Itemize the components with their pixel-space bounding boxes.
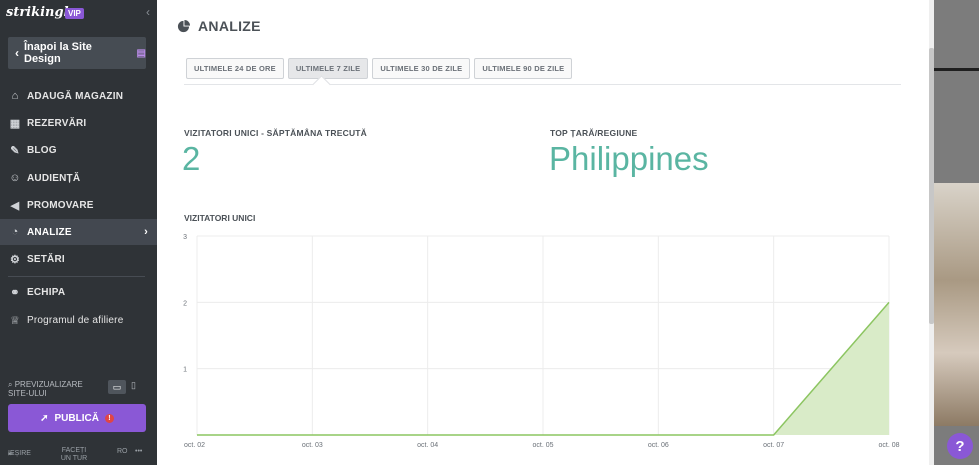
preview-bar	[934, 68, 979, 71]
gear-icon: ⚙	[9, 253, 21, 266]
x-tick-label: oct. 02	[184, 442, 205, 449]
preview-label: ⌕ PREVIZUALIZARE SITE-ULUI	[8, 380, 83, 398]
x-tick-label: oct. 04	[417, 442, 438, 449]
desktop-preview-icon[interactable]: ▭	[108, 380, 126, 394]
sidebar-item-label: PROMOVARE	[27, 199, 94, 211]
trophy-icon: ♕	[9, 314, 21, 327]
mobile-preview-icon[interactable]: ▯	[131, 380, 136, 391]
sidebar-divider	[8, 276, 145, 277]
x-tick-label: oct. 03	[302, 442, 323, 449]
sidebar-item-add-store[interactable]: ⌂ ADAUGĂ MAGAZIN	[0, 83, 157, 109]
y-tick-label: 3	[183, 234, 187, 241]
sidebar-item-label: SETĂRI	[27, 253, 65, 265]
y-tick-label: 1	[183, 367, 187, 374]
users-icon: ☺	[9, 172, 21, 184]
sidebar-item-label: AUDIENȚĂ	[27, 172, 81, 184]
x-tick-label: oct. 08	[878, 442, 899, 449]
more-options-icon[interactable]: •••	[135, 448, 142, 455]
tab-7-days[interactable]: ULTIMELE 7 ZILE	[287, 58, 369, 79]
sidebar-item-label: ANALIZE	[27, 226, 72, 238]
sidebar-item-affiliate[interactable]: ♕ Programul de afiliere	[0, 307, 157, 333]
sidebar-item-label: Programul de afiliere	[27, 314, 124, 326]
chart-title: VIZITATORI UNICI	[184, 213, 256, 223]
back-to-site-design-button[interactable]: ‹ Înapoi la Site Design ▤	[8, 37, 146, 69]
rocket-icon: ➚	[40, 412, 49, 424]
help-button[interactable]: ?	[947, 433, 973, 459]
chevron-right-icon: ›	[144, 226, 148, 238]
x-tick-label: oct. 06	[648, 442, 669, 449]
sidebar-item-settings[interactable]: ⚙ SETĂRI	[0, 246, 157, 272]
document-icon: ▤	[136, 47, 146, 59]
sidebar-item-label: ECHIPA	[27, 286, 66, 298]
sidebar-item-analytics[interactable]: ◔ ANALIZE ›	[0, 219, 157, 245]
unique-visitors-value: 2	[182, 140, 201, 177]
calendar-icon: ▦	[9, 117, 21, 130]
pie-chart-icon: ◔	[11, 226, 19, 238]
unique-visitors-label: VIZITATORI UNICI - SĂPTĂMÂNA TRECUTĂ	[184, 128, 368, 138]
pen-icon: ✎	[10, 144, 20, 157]
search-icon: ⌕	[8, 380, 15, 389]
y-tick-label: 2	[183, 300, 187, 307]
sidebar-item-bookings[interactable]: ▦ REZERVĂRI	[0, 110, 157, 136]
sidebar-item-promotion[interactable]: ◀ PROMOVARE	[0, 192, 157, 218]
publish-button[interactable]: ➚ PUBLICĂ !	[8, 404, 146, 432]
sidebar-item-blog[interactable]: ✎ BLOG	[0, 137, 157, 163]
back-button-label: Înapoi la Site Design	[24, 41, 92, 65]
collapse-sidebar-icon[interactable]: ‹	[146, 5, 150, 19]
sidebar-item-label: BLOG	[27, 144, 57, 156]
vip-badge: VIP	[65, 8, 84, 19]
page-title: ANALIZE	[177, 18, 261, 34]
pie-chart-icon	[177, 19, 190, 32]
unique-visitors-chart: 1 2 3 oct. 02 oct. 03 oct. 04 oct. 05 oct. 06 oc…	[183, 234, 900, 449]
top-country-label: TOP ȚARĂ/REGIUNE	[550, 128, 638, 138]
language-selector[interactable]: RO	[117, 448, 128, 455]
tabs-divider	[184, 84, 901, 85]
tab-30-days[interactable]: ULTIMELE 30 DE ZILE	[372, 58, 471, 79]
tab-90-days[interactable]: ULTIMELE 90 DE ZILE	[474, 58, 573, 79]
warning-icon: !	[104, 413, 114, 423]
take-tour-link[interactable]: FACEȚI UN TUR	[58, 447, 90, 463]
chevron-left-icon: ‹	[15, 46, 19, 60]
sidebar: strikingly VIP ‹ ‹ Înapoi la Site Design…	[0, 0, 157, 465]
time-range-tabs: ULTIMELE 24 DE ORE ULTIMELE 7 ZILE ULTIM…	[186, 58, 576, 79]
team-icon: ⚭	[10, 286, 20, 299]
sidebar-item-team[interactable]: ⚭ ECHIPA	[0, 279, 157, 305]
store-icon: ⌂	[11, 90, 19, 102]
top-country-value: Philippines	[549, 140, 709, 177]
page-title-text: ANALIZE	[198, 18, 261, 34]
sidebar-item-label: REZERVĂRI	[27, 117, 87, 129]
sidebar-footer: ⇤ IEȘIRE FACEȚI UN TUR RO •••	[8, 447, 143, 463]
x-tick-label: oct. 05	[532, 442, 553, 449]
x-tick-label: oct. 07	[763, 442, 784, 449]
preview-image	[934, 183, 979, 426]
sidebar-item-audience[interactable]: ☺ AUDIENȚĂ	[0, 165, 157, 191]
publish-label: PUBLICĂ	[54, 412, 99, 424]
tab-24-hours[interactable]: ULTIMELE 24 DE ORE	[186, 58, 284, 79]
sidebar-item-label: ADAUGĂ MAGAZIN	[27, 90, 124, 102]
analytics-panel: ANALIZE ULTIMELE 24 DE ORE ULTIMELE 7 ZI…	[157, 0, 929, 465]
megaphone-icon: ◀	[10, 199, 20, 212]
scrollbar-thumb[interactable]	[929, 48, 934, 324]
